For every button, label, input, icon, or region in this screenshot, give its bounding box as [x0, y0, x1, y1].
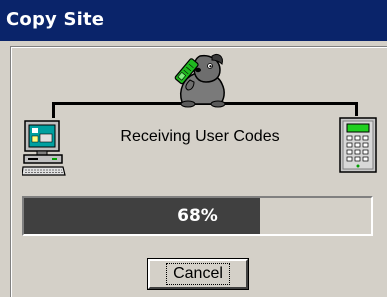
title-bar[interactable]: Copy Site [0, 0, 387, 41]
progress-percent: 68% [177, 206, 218, 226]
cancel-button-label: Cancel [166, 263, 230, 285]
window-title: Copy Site [6, 9, 105, 30]
keypad-panel-icon [339, 117, 377, 173]
progress-bar: 68% [22, 196, 373, 236]
dog-with-phone-icon [174, 53, 226, 108]
status-text: Receiving User Codes [120, 128, 280, 145]
copy-site-dialog: Copy Site Receiving User Codes 68% Cance… [0, 0, 387, 297]
cancel-button[interactable]: Cancel [147, 258, 249, 290]
connection-line-left [52, 102, 55, 118]
connection-line-right [355, 102, 358, 116]
computer-icon [22, 120, 66, 176]
